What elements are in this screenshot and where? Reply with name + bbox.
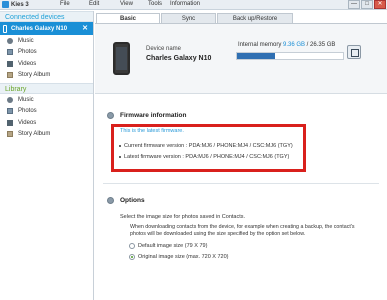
- app-title: Kies 3: [11, 1, 29, 8]
- options-detail: When downloading contacts from the devic…: [130, 224, 355, 237]
- menu-edit[interactable]: Edit: [89, 1, 99, 7]
- window-controls: — □ ✕: [347, 0, 386, 9]
- sidebar-item-label: Videos: [18, 119, 37, 126]
- main-panel: Device name Charles Galaxy N10 Internal …: [95, 23, 387, 300]
- memory-label: Internal memory: [238, 42, 282, 48]
- photo-icon: [7, 49, 13, 56]
- storage-detail-icon[interactable]: [347, 45, 361, 59]
- sidebar-item-label: Story Album: [18, 72, 51, 79]
- firmware-bullet-icon: [107, 112, 114, 119]
- sidebar-item-device-story-album[interactable]: Story Album: [0, 70, 93, 82]
- tab-basic-information[interactable]: Basic information: [96, 13, 160, 32]
- sidebar-item-library-photos[interactable]: Photos: [0, 106, 93, 118]
- radio-original-image-size[interactable]: [129, 254, 135, 260]
- firmware-status: This is the latest firmware.: [120, 128, 184, 134]
- radio-default-label: Default image size (79 X 79): [138, 243, 208, 249]
- radio-default-image-size[interactable]: [129, 243, 135, 249]
- sidebar-item-label: Photos: [18, 108, 37, 115]
- options-description: Select the image size for photos saved i…: [120, 214, 246, 220]
- close-window-button[interactable]: ✕: [374, 0, 386, 9]
- list-bullet-icon: [119, 145, 121, 147]
- menu-tools[interactable]: Tools: [148, 1, 162, 7]
- sidebar-item-library-music[interactable]: Music: [0, 94, 93, 106]
- sidebar-item-device-videos[interactable]: Videos: [0, 58, 93, 70]
- memory-used: 9.36 GB: [283, 42, 306, 48]
- list-bullet-icon: [119, 156, 121, 158]
- menu-view[interactable]: View: [120, 1, 133, 7]
- sidebar-item-label: Photos: [18, 49, 37, 56]
- tab-backup-restore[interactable]: Back up/Restore: [217, 13, 293, 23]
- disconnect-device-icon[interactable]: ✕: [82, 24, 88, 32]
- section-divider: [103, 183, 379, 184]
- device-image: [113, 42, 130, 75]
- tab-sync[interactable]: Sync: [161, 13, 216, 23]
- music-icon: [7, 96, 13, 103]
- story-album-icon: [7, 131, 13, 138]
- device-item-charles-galaxy-n10[interactable]: Charles Galaxy N10 ✕: [0, 22, 93, 35]
- sidebar-item-label: Music: [18, 96, 34, 103]
- firmware-title: Firmware information: [120, 112, 187, 119]
- tab-bar: Basic information Sync Back up/Restore: [96, 13, 294, 32]
- sidebar-item-label: Story Album: [18, 131, 51, 138]
- video-icon: [7, 60, 13, 67]
- memory-total: 26.35 GB: [310, 42, 336, 48]
- memory-bar: [236, 52, 344, 60]
- music-icon: [7, 37, 13, 44]
- title-bar: Kies 3 File Edit View Tools Information …: [0, 0, 387, 10]
- maximize-button[interactable]: □: [361, 0, 373, 9]
- memory-bar-fill: [237, 53, 275, 59]
- photo-icon: [7, 108, 13, 115]
- device-name: Charles Galaxy N10: [146, 55, 212, 62]
- latest-firmware-text: Latest firmware version : PDA:MJ6 / PHON…: [124, 154, 290, 160]
- kies-logo-icon: [2, 1, 9, 8]
- library-header: Library: [0, 83, 93, 94]
- sidebar-item-library-videos[interactable]: Videos: [0, 117, 93, 129]
- sidebar-item-label: Music: [18, 37, 34, 44]
- device-summary: Device name Charles Galaxy N10 Internal …: [95, 24, 387, 94]
- story-album-icon: [7, 72, 13, 79]
- memory-readout: 9.36 GB / 26.35 GB: [283, 42, 335, 48]
- options-title: Options: [120, 197, 145, 204]
- sidebar-item-device-music[interactable]: Music: [0, 35, 93, 47]
- radio-original-label: Original image size (max. 720 X 720): [138, 254, 229, 260]
- menu-information[interactable]: Information: [170, 1, 200, 7]
- minimize-button[interactable]: —: [348, 0, 360, 9]
- connected-devices-header: Connected devices: [0, 11, 93, 22]
- phone-icon: [3, 24, 7, 33]
- current-firmware-text: Current firmware version : PDA:MJ6 / PHO…: [124, 143, 293, 149]
- device-name-label: Device name: [146, 46, 182, 52]
- sidebar-item-label: Videos: [18, 60, 37, 67]
- sidebar-item-device-photos[interactable]: Photos: [0, 47, 93, 59]
- menu-file[interactable]: File: [60, 1, 70, 7]
- options-bullet-icon: [107, 197, 114, 204]
- device-item-label: Charles Galaxy N10: [11, 25, 68, 32]
- sidebar-item-library-story-album[interactable]: Story Album: [0, 129, 93, 141]
- sidebar: Connected devices Charles Galaxy N10 ✕ M…: [0, 11, 94, 300]
- video-icon: [7, 119, 13, 126]
